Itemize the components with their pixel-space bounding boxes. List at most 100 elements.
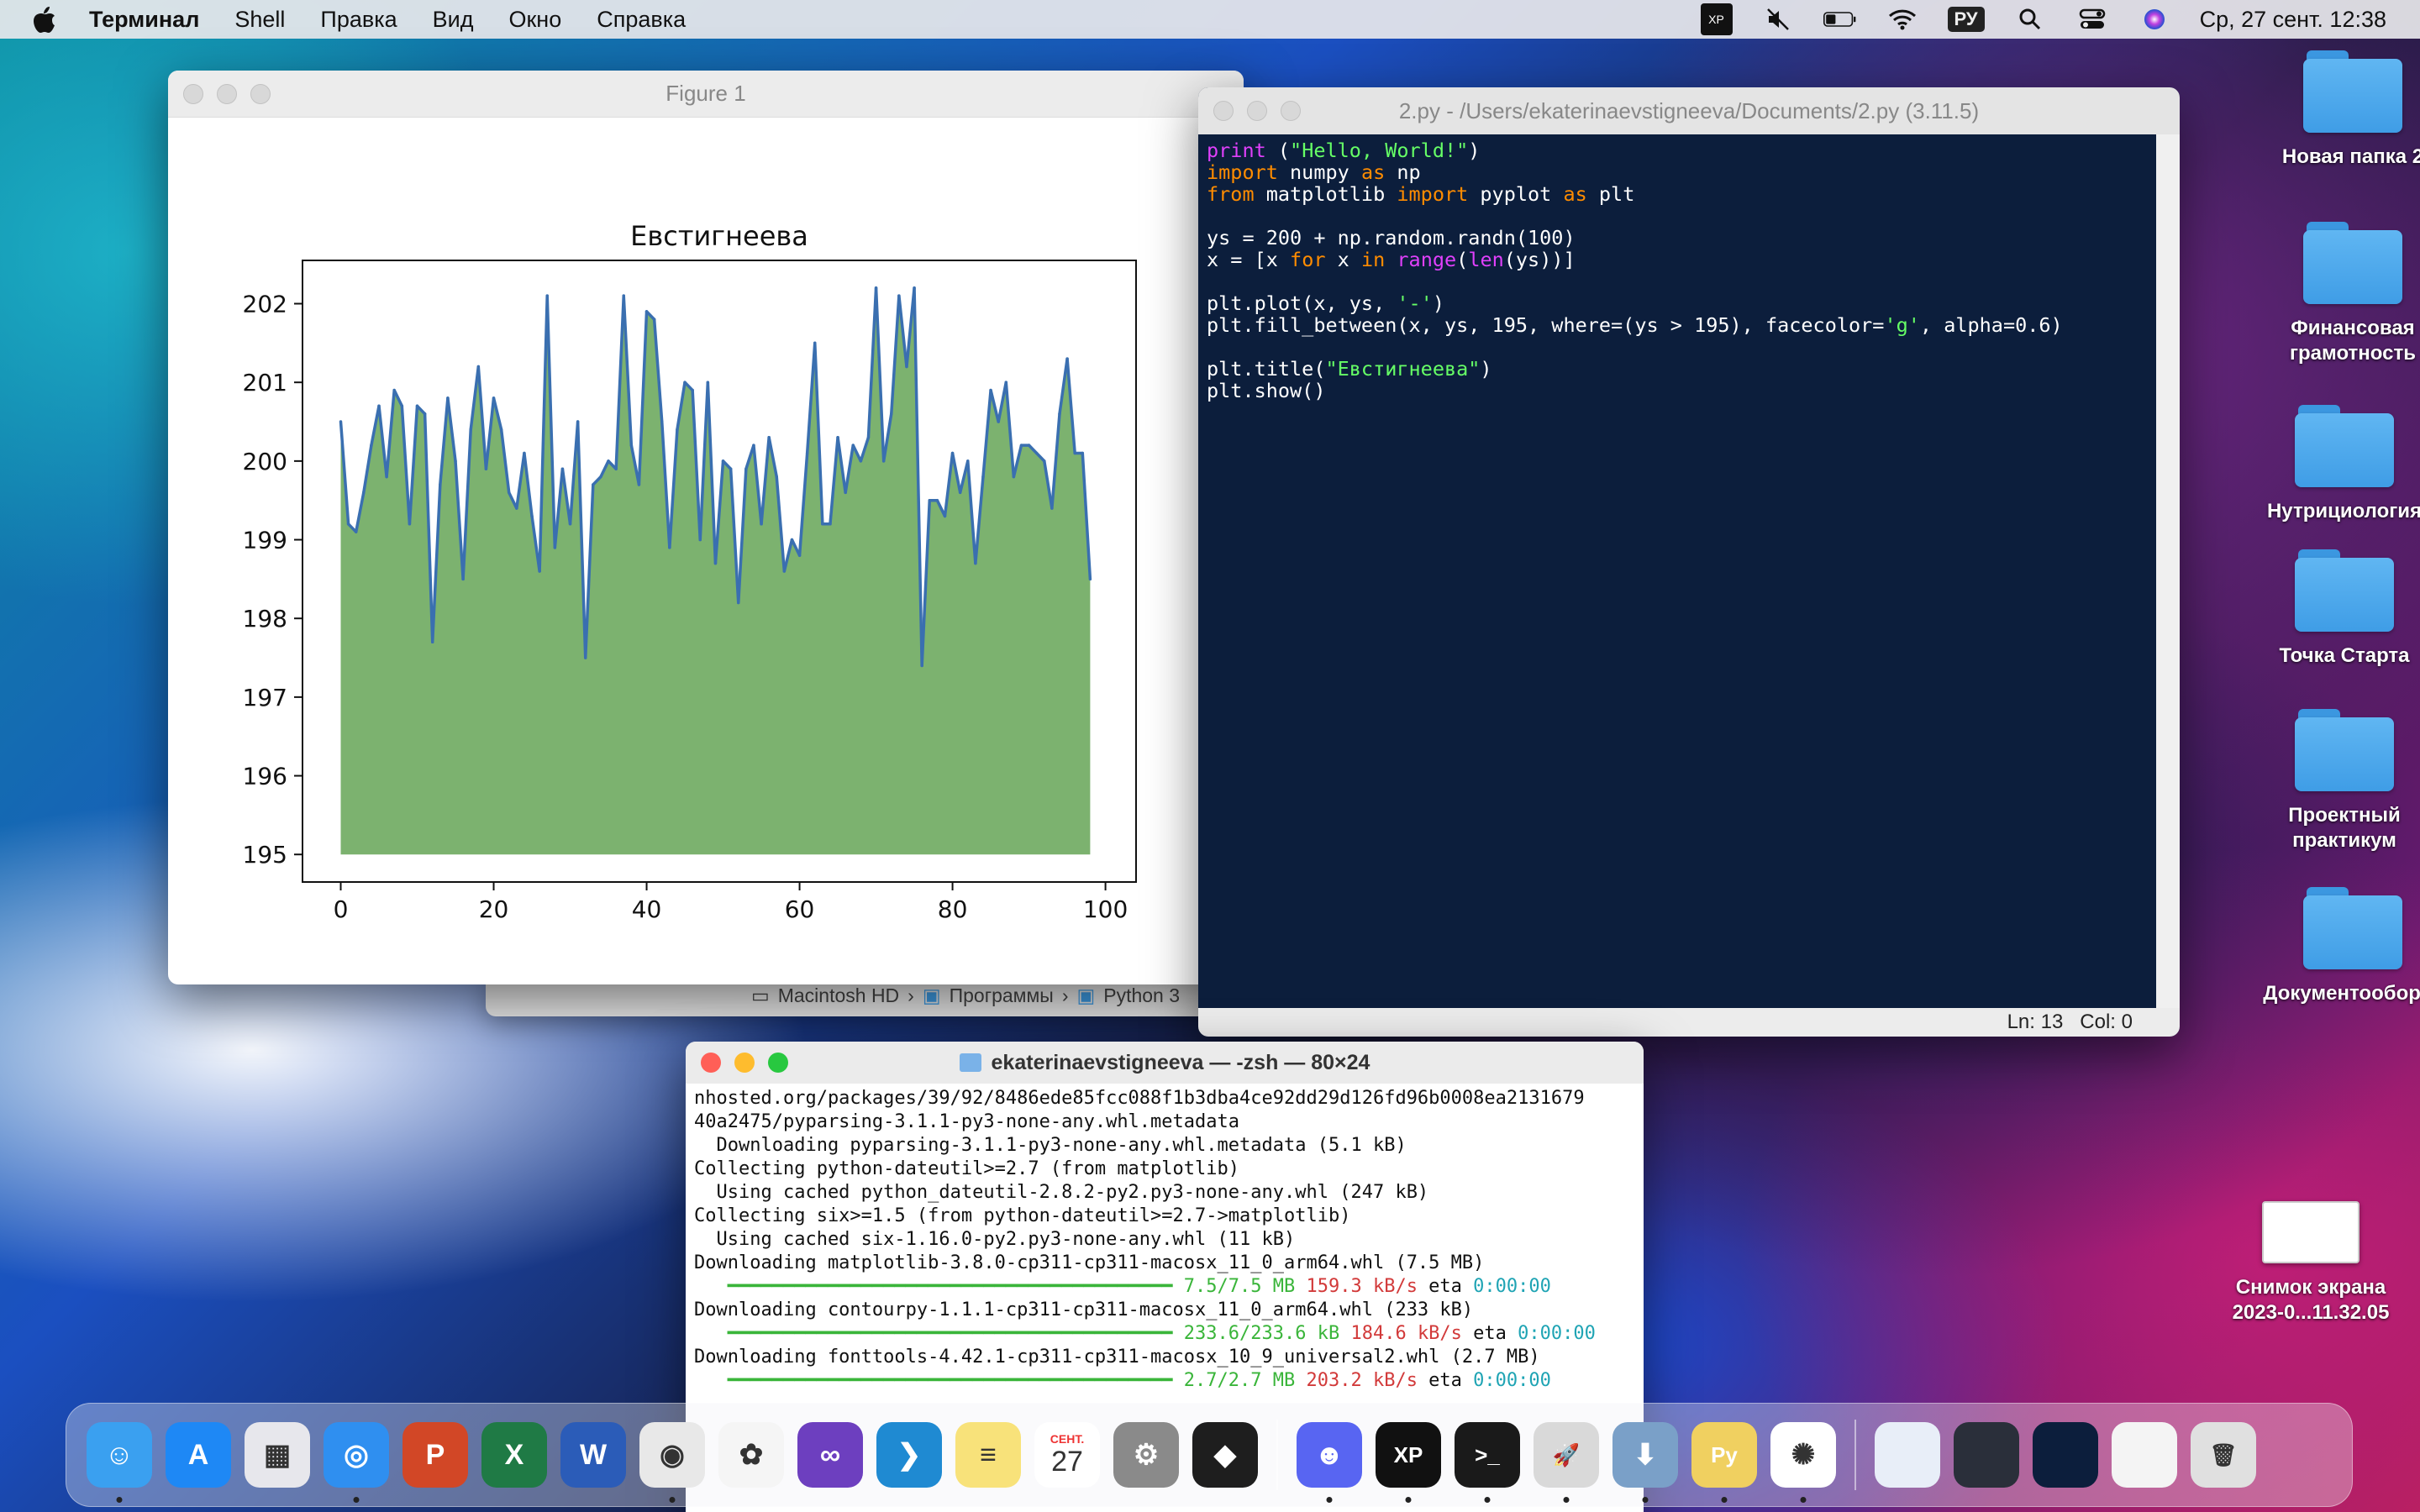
editor-titlebar[interactable]: 2.py - /Users/ekaterinaevstigneeva/Docum…: [1198, 87, 2180, 134]
code-editor[interactable]: print ("Hello, World!") import numpy as n…: [1198, 134, 2156, 1008]
dock-finder-icon[interactable]: ☺: [87, 1422, 152, 1503]
code-token: '-': [1397, 291, 1433, 315]
code-token: pyplot: [1468, 182, 1564, 206]
mute-icon[interactable]: [1761, 5, 1795, 34]
dock-trash-icon[interactable]: 🗑: [2191, 1422, 2256, 1488]
terminal-titlebar[interactable]: ekaterinaevstigneeva — -zsh — 80×24: [686, 1042, 1644, 1084]
close-button[interactable]: [701, 1053, 721, 1073]
dock-window-preview-3-icon[interactable]: [2033, 1422, 2098, 1488]
dock-notes-icon[interactable]: ≡: [955, 1422, 1021, 1488]
terminal-text: ━━━━━━━━━━━━━━━━━━━━━━━━━━━━━━━━━━━━━━━━…: [694, 1323, 1351, 1344]
dock-discord-icon[interactable]: ☻: [1297, 1422, 1362, 1503]
chevron-right-icon: ›: [908, 984, 914, 1006]
dock-launchpad-icon[interactable]: ▦: [245, 1422, 310, 1488]
menu-window[interactable]: Окно: [508, 7, 561, 33]
menu-view[interactable]: Вид: [433, 7, 474, 33]
idle-editor-window: 2.py - /Users/ekaterinaevstigneeva/Docum…: [1198, 87, 2180, 1037]
dock-window-preview-4-icon[interactable]: [2112, 1422, 2177, 1488]
dock-app-store-icon[interactable]: A: [166, 1422, 231, 1488]
apple-menu-icon[interactable]: [32, 4, 59, 34]
dock-python-launcher-icon[interactable]: 🚀: [1534, 1422, 1599, 1503]
terminal-text: Downloading contourpy-1.1.1-cp311-cp311-…: [694, 1299, 1474, 1320]
zoom-button[interactable]: [1281, 101, 1301, 121]
desktop-icon-label: Нутрициология: [2266, 500, 2420, 522]
dock-terminal-icon[interactable]: >_: [1455, 1422, 1520, 1503]
dock-chrome-icon[interactable]: ◉: [639, 1422, 705, 1503]
dock-vscode-icon[interactable]: ❯: [876, 1422, 942, 1488]
code-line: ys = 200 + np.random.randn(100): [1207, 227, 2148, 249]
desktop-icon-5[interactable]: Документооборот: [2263, 887, 2420, 1006]
editor-scrollbar[interactable]: [2156, 134, 2180, 1008]
dock-xp-pen-icon[interactable]: XP: [1376, 1422, 1441, 1503]
path-item-python[interactable]: Python 3: [1103, 984, 1180, 1007]
dock-calendar-icon[interactable]: СЕНТ. 27: [1034, 1422, 1100, 1488]
folder-icon: ▣: [922, 984, 941, 1006]
code-line: x = [x for x in range(len(ys))]: [1207, 249, 2148, 270]
dock-window-preview-1-icon[interactable]: [1875, 1422, 1940, 1488]
dock-visual-studio-icon[interactable]: ∞: [797, 1422, 863, 1488]
dock-figma-icon[interactable]: ◆: [1192, 1422, 1258, 1488]
running-indicator: [1721, 1497, 1728, 1503]
x-tick-label: 0: [334, 895, 349, 923]
dock-word-icon[interactable]: W: [560, 1422, 626, 1488]
wifi-icon[interactable]: [1886, 5, 1919, 34]
menu-help[interactable]: Справка: [597, 7, 686, 33]
running-indicator: [669, 1497, 676, 1503]
path-item-macintosh-hd[interactable]: Macintosh HD: [778, 984, 899, 1007]
spotlight-search-icon[interactable]: [2013, 5, 2047, 34]
minimize-button[interactable]: [217, 83, 237, 104]
minimize-button[interactable]: [1247, 101, 1267, 121]
dock-safari-icon[interactable]: ◎: [324, 1422, 389, 1503]
menu-shell[interactable]: Shell: [234, 7, 285, 33]
terminal-text: 40a2475/pyparsing-3.1.1-py3-none-any.whl…: [694, 1111, 1240, 1132]
zoom-button[interactable]: [768, 1053, 788, 1073]
dock-pinwheel-icon[interactable]: ✺: [1770, 1422, 1836, 1503]
terminal-line: ━━━━━━━━━━━━━━━━━━━━━━━━━━━━━━━━━━━━━━━━…: [694, 1275, 1635, 1299]
menu-app-name[interactable]: Терминал: [89, 7, 199, 33]
dock-excel-icon[interactable]: X: [481, 1422, 547, 1488]
code-token: x: [1325, 248, 1361, 271]
input-language-indicator[interactable]: РУ: [1947, 7, 1985, 32]
zoom-button[interactable]: [250, 83, 271, 104]
menu-edit[interactable]: Правка: [320, 7, 397, 33]
dock-separator: [1276, 1420, 1278, 1490]
figure-titlebar[interactable]: Figure 1: [168, 71, 1244, 118]
terminal-text: 203.2 kB/s: [1306, 1370, 1418, 1391]
terminal-output[interactable]: nhosted.org/packages/39/92/8486ede85fcc0…: [686, 1084, 1644, 1396]
terminal-line: nhosted.org/packages/39/92/8486ede85fcc0…: [694, 1087, 1635, 1110]
dock-window-preview-2-icon[interactable]: [1954, 1422, 2019, 1488]
close-button[interactable]: [1213, 101, 1234, 121]
desktop-icon-6[interactable]: Снимок экрана 2023-0...11.32.05: [2227, 1201, 2395, 1326]
desktop-icon-1[interactable]: Финансовая грамотность: [2269, 222, 2420, 366]
code-token: plt.show(): [1207, 379, 1326, 402]
dock-python-idle-icon[interactable]: Py: [1691, 1422, 1757, 1503]
dock-photos-icon[interactable]: ✿: [718, 1422, 784, 1488]
terminal-text: nhosted.org/packages/39/92/8486ede85fcc0…: [694, 1088, 1585, 1109]
dock-downloads-icon[interactable]: ⬇: [1612, 1422, 1678, 1503]
home-folder-icon: [959, 1053, 981, 1072]
close-button[interactable]: [183, 83, 203, 104]
desktop-icon-0[interactable]: Новая папка 2: [2269, 50, 2420, 170]
terminal-text: Collecting six>=1.5 (from python-dateuti…: [694, 1205, 1351, 1226]
terminal-text: Using cached six-1.16.0-py2.py3-none-any…: [694, 1229, 1296, 1250]
control-center-icon[interactable]: [2075, 5, 2109, 34]
path-item-applications[interactable]: Программы: [950, 984, 1054, 1007]
menu-clock[interactable]: Ср, 27 сент. 12:38: [2200, 7, 2386, 33]
dock-powerpoint-icon[interactable]: P: [402, 1422, 468, 1488]
minimize-button[interactable]: [734, 1053, 755, 1073]
xp-pen-status-icon[interactable]: XP: [1700, 3, 1733, 35]
desktop-icon-2[interactable]: Нутрициология: [2260, 405, 2420, 524]
battery-icon[interactable]: [1823, 5, 1857, 34]
desktop-icon-3[interactable]: Точка Старта: [2260, 549, 2420, 669]
plot-area[interactable]: Евстигнеева 0 20 40 60 80 100 195 196 197 198 199 20…: [168, 118, 1244, 984]
desktop-icon-label: Точка Старта: [2279, 644, 2410, 667]
siri-icon[interactable]: [2138, 5, 2171, 34]
running-indicator: [353, 1497, 360, 1503]
code-token: import: [1397, 182, 1469, 206]
desktop-icon-4[interactable]: Проектный практикум: [2260, 709, 2420, 853]
terminal-line: Using cached python_dateutil-2.8.2-py2.p…: [694, 1181, 1635, 1205]
dock-system-settings-icon[interactable]: ⚙: [1113, 1422, 1179, 1488]
calendar-day: 27: [1051, 1445, 1083, 1478]
y-tick-label: 198: [243, 605, 287, 633]
menu-bar: Терминал Shell Правка Вид Окно Справка X…: [0, 0, 2420, 39]
